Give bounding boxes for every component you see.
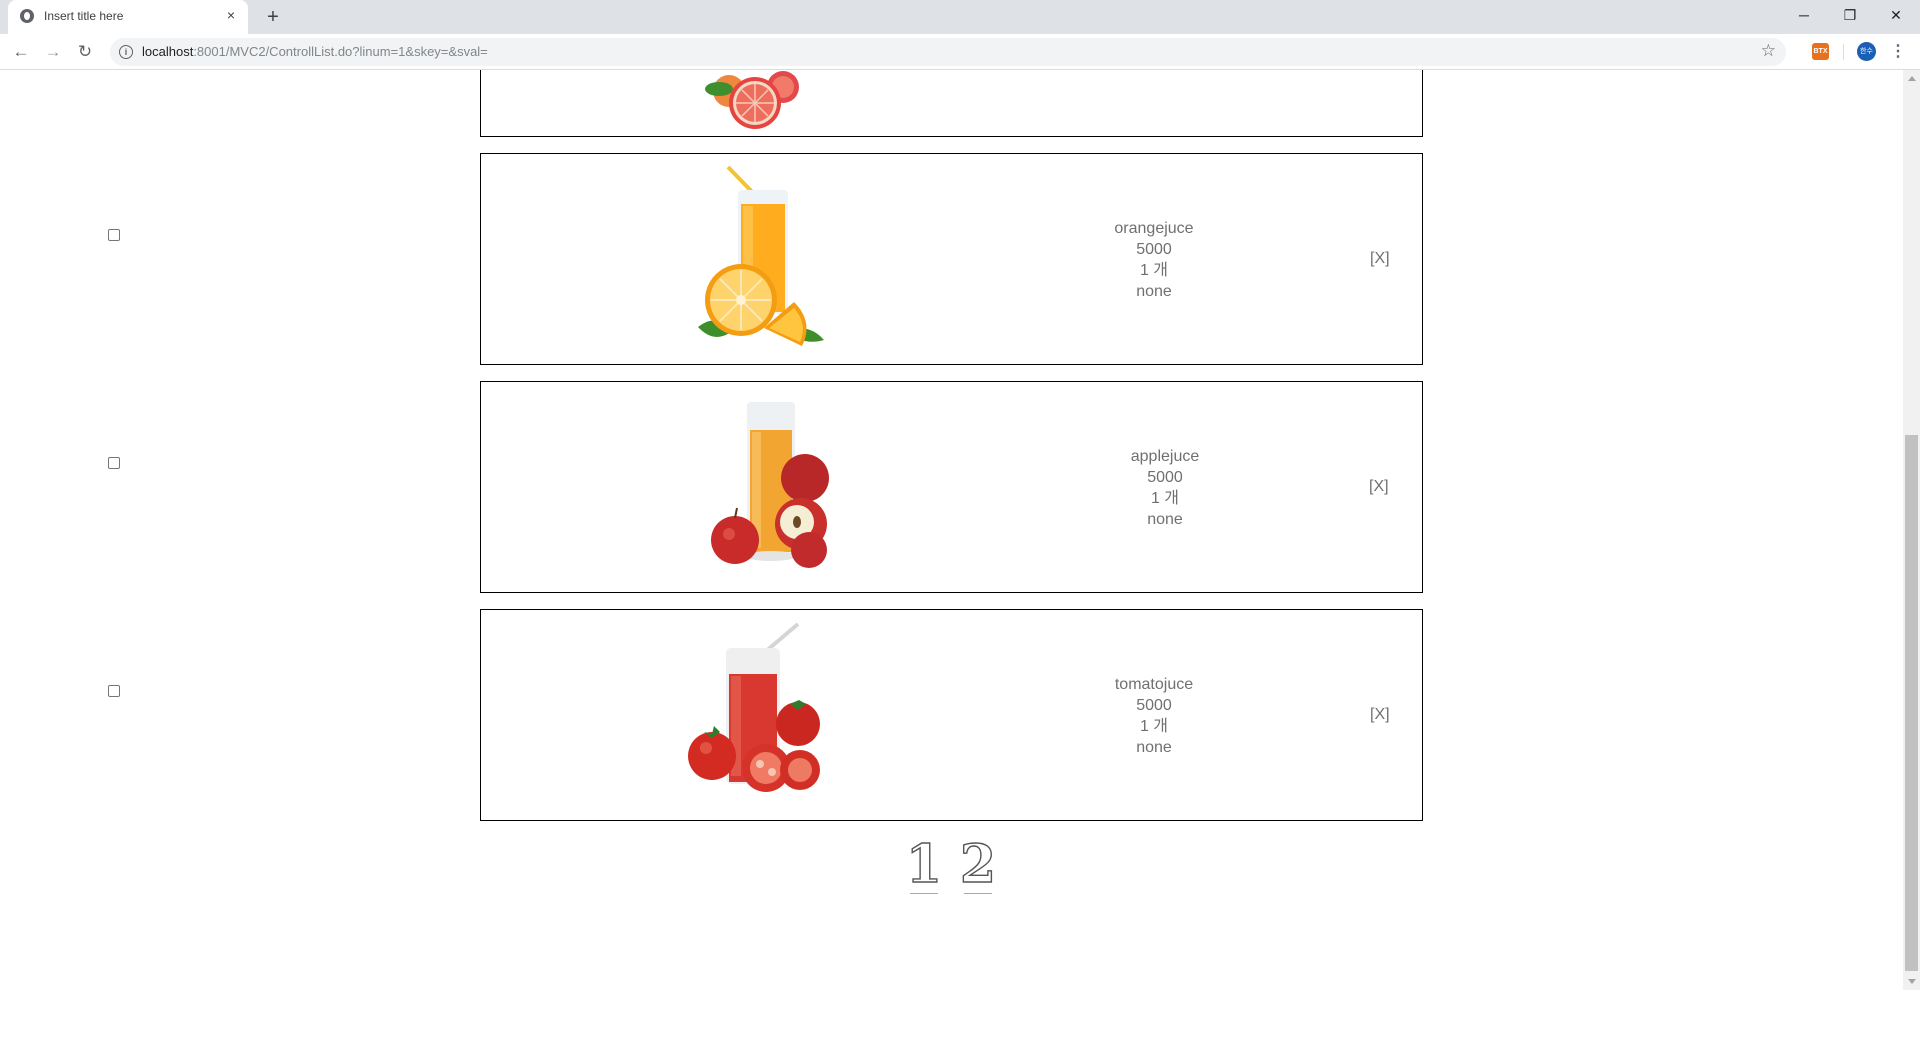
item-price: 5000 xyxy=(1136,241,1172,258)
bookmark-star-icon[interactable]: ☆ xyxy=(1761,41,1776,61)
remove-item-button[interactable]: [X] xyxy=(1369,478,1389,496)
toolbar-divider xyxy=(1843,44,1844,60)
remove-item-button[interactable]: [X] xyxy=(1370,250,1390,268)
item-select-checkbox[interactable] xyxy=(108,229,120,241)
apple-juice-glass-icon xyxy=(699,390,839,585)
url-path: :8001/MVC2/ControllList.do?linum=1&skey=… xyxy=(193,44,488,59)
browser-toolbar: ← → ↻ i localhost:8001/MVC2/ControllList… xyxy=(0,34,1920,70)
cart-item-card: applejuce 5000 1 개 none [X] xyxy=(480,381,1423,593)
address-bar[interactable]: i localhost:8001/MVC2/ControllList.do?li… xyxy=(110,38,1786,66)
restore-button[interactable]: ❐ xyxy=(1828,0,1872,30)
browser-menu-icon[interactable]: ⋮ xyxy=(1890,41,1906,63)
cart-item-card: orangejuce 5000 1 개 none [X] xyxy=(480,153,1423,365)
item-name: tomatojuce xyxy=(1114,676,1194,693)
item-select-checkbox[interactable] xyxy=(108,685,120,697)
item-select-checkbox[interactable] xyxy=(108,457,120,469)
reload-button[interactable]: ↻ xyxy=(73,40,97,64)
orange-juice-glass-icon xyxy=(686,162,826,357)
site-info-icon[interactable]: i xyxy=(119,45,133,59)
vertical-scrollbar[interactable] xyxy=(1903,70,1920,990)
page-underline xyxy=(910,893,938,894)
item-quantity: 1 개 xyxy=(1139,262,1169,279)
item-option: none xyxy=(1136,283,1172,300)
profile-avatar[interactable]: 한수 xyxy=(1857,42,1876,61)
grapefruit-slices-icon xyxy=(691,70,811,139)
page-viewport: orangejuce 5000 1 개 none [X] applejuce 5… xyxy=(0,70,1920,990)
item-quantity: 1 개 xyxy=(1150,490,1180,507)
item-name: orangejuce xyxy=(1114,220,1194,237)
window-close-button[interactable]: ✕ xyxy=(1874,0,1918,30)
scrollbar-thumb[interactable] xyxy=(1905,435,1918,971)
cart-item-card xyxy=(480,70,1423,137)
tab-close-button[interactable]: × xyxy=(222,6,240,24)
page-underline xyxy=(964,893,992,894)
item-price: 5000 xyxy=(1147,469,1183,486)
back-button[interactable]: ← xyxy=(9,40,33,64)
new-tab-button[interactable]: + xyxy=(260,4,286,30)
browser-tab[interactable]: Insert title here × xyxy=(8,0,248,34)
item-info: orangejuce 5000 1 개 none xyxy=(1099,218,1209,302)
item-option: none xyxy=(1147,511,1183,528)
extension-icon[interactable]: BTX xyxy=(1812,43,1829,60)
cart-item-card: tomatojuce 5000 1 개 none [X] xyxy=(480,609,1423,821)
url-host: localhost xyxy=(142,44,194,59)
item-quantity: 1 개 xyxy=(1139,718,1169,735)
page-number: 1 xyxy=(905,834,943,895)
minimize-button[interactable]: ─ xyxy=(1782,0,1826,30)
scroll-down-arrow-icon[interactable] xyxy=(1908,979,1916,984)
forward-button[interactable]: → xyxy=(41,40,65,64)
page-link-2[interactable]: 2 xyxy=(958,838,998,894)
item-info: tomatojuce 5000 1 개 none xyxy=(1099,674,1209,758)
remove-item-button[interactable]: [X] xyxy=(1370,706,1390,724)
item-option: none xyxy=(1136,739,1172,756)
globe-icon xyxy=(20,9,34,23)
page-link-1[interactable]: 1 xyxy=(904,838,944,894)
item-info: applejuce 5000 1 개 none xyxy=(1110,446,1220,530)
scroll-up-arrow-icon[interactable] xyxy=(1908,76,1916,81)
tab-title: Insert title here xyxy=(44,9,124,23)
item-name: applejuce xyxy=(1130,448,1200,465)
browser-tabstrip: Insert title here × + ─ ❐ ✕ xyxy=(0,0,1920,34)
item-price: 5000 xyxy=(1136,697,1172,714)
page-number: 2 xyxy=(959,834,997,895)
tomato-juice-glass-icon xyxy=(686,618,826,813)
url-text[interactable]: localhost:8001/MVC2/ControllList.do?linu… xyxy=(142,44,488,59)
